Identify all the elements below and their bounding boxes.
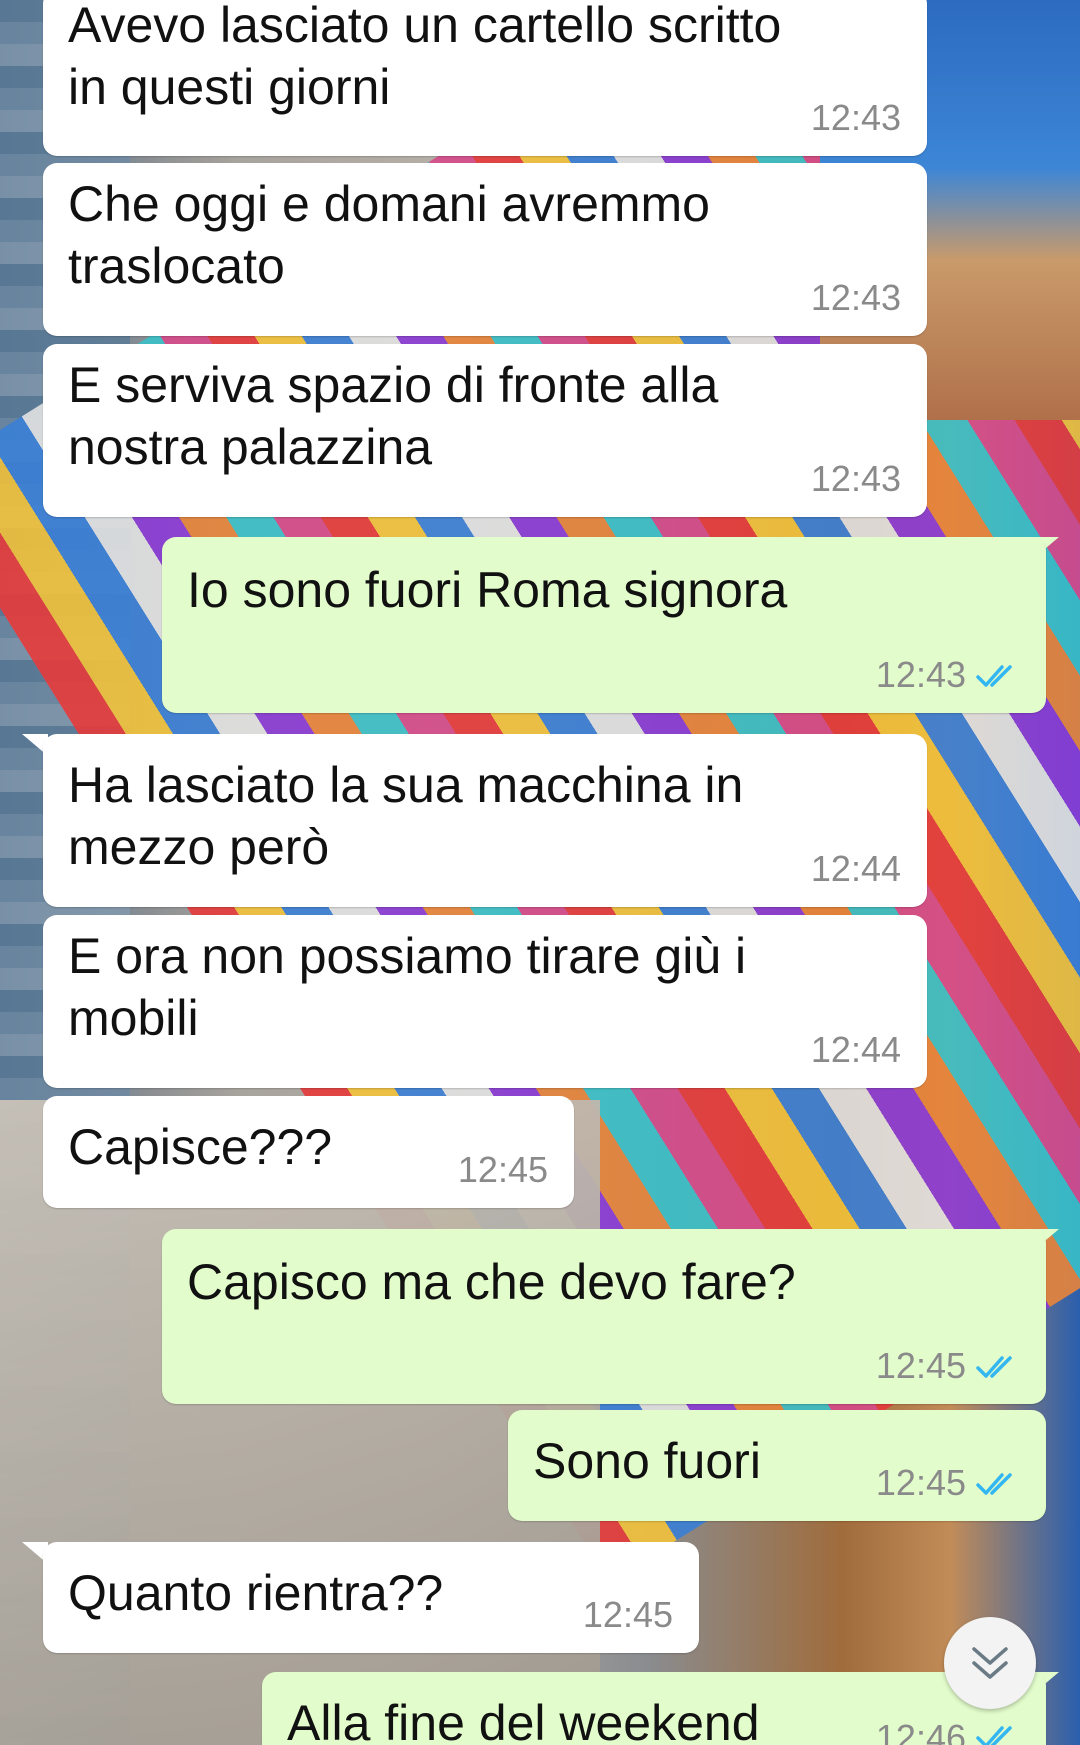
message-text: Ha lasciato la sua macchina in mezzo per… <box>68 757 744 875</box>
message-time: 12:46 <box>875 1717 966 1745</box>
message-incoming[interactable]: Ha lasciato la sua macchina in mezzo per… <box>43 734 927 907</box>
double-chevron-down-icon <box>972 1647 1008 1679</box>
message-time: 12:43 <box>810 277 901 318</box>
message-time: 12:45 <box>875 1345 966 1386</box>
message-time: 12:45 <box>457 1149 548 1190</box>
message-text: Alla fine del weekend <box>287 1695 760 1745</box>
message-text: Capisco ma che devo fare? <box>187 1254 796 1310</box>
message-time: 12:43 <box>810 458 901 499</box>
message-text: Che oggi e domani avremmo traslocato <box>68 176 710 294</box>
scroll-to-bottom-button[interactable] <box>944 1617 1036 1709</box>
message-outgoing[interactable]: Capisco ma che devo fare? 12:45 <box>162 1229 1046 1404</box>
message-incoming[interactable]: Avevo lasciato un cartello scritto in qu… <box>43 0 927 156</box>
double-check-icon <box>976 1473 1012 1495</box>
message-time: 12:45 <box>582 1594 673 1635</box>
message-incoming[interactable]: E serviva spazio di fronte alla nostra p… <box>43 344 927 517</box>
message-incoming[interactable]: Capisce??? 12:45 <box>43 1096 574 1208</box>
message-list[interactable]: Avevo lasciato un cartello scritto in qu… <box>0 0 1080 1745</box>
message-outgoing[interactable]: Sono fuori 12:45 <box>508 1410 1046 1521</box>
message-text: Quanto rientra?? <box>68 1565 444 1621</box>
message-time: 12:43 <box>875 654 966 695</box>
message-text: E serviva spazio di fronte alla nostra p… <box>68 357 719 475</box>
message-time: 12:43 <box>810 97 901 138</box>
double-check-icon <box>976 665 1012 687</box>
double-check-icon <box>976 1356 1012 1378</box>
message-outgoing[interactable]: Alla fine del weekend 12:46 <box>262 1672 1046 1745</box>
message-incoming[interactable]: Quanto rientra?? 12:45 <box>43 1542 699 1653</box>
message-time: 12:45 <box>875 1462 966 1503</box>
message-incoming[interactable]: Che oggi e domani avremmo traslocato 12:… <box>43 163 927 336</box>
message-text: Io sono fuori Roma signora <box>187 562 788 618</box>
message-time: 12:44 <box>810 848 901 889</box>
message-time: 12:44 <box>810 1029 901 1070</box>
message-incoming[interactable]: E ora non possiamo tirare giù i mobili 1… <box>43 915 927 1088</box>
double-check-icon <box>976 1726 1012 1745</box>
message-outgoing[interactable]: Io sono fuori Roma signora 12:43 <box>162 537 1046 713</box>
message-text: Sono fuori <box>533 1433 761 1489</box>
message-text: Capisce??? <box>68 1119 333 1175</box>
message-text: E ora non possiamo tirare giù i mobili <box>68 928 747 1046</box>
message-text: Avevo lasciato un cartello scritto in qu… <box>68 0 782 115</box>
